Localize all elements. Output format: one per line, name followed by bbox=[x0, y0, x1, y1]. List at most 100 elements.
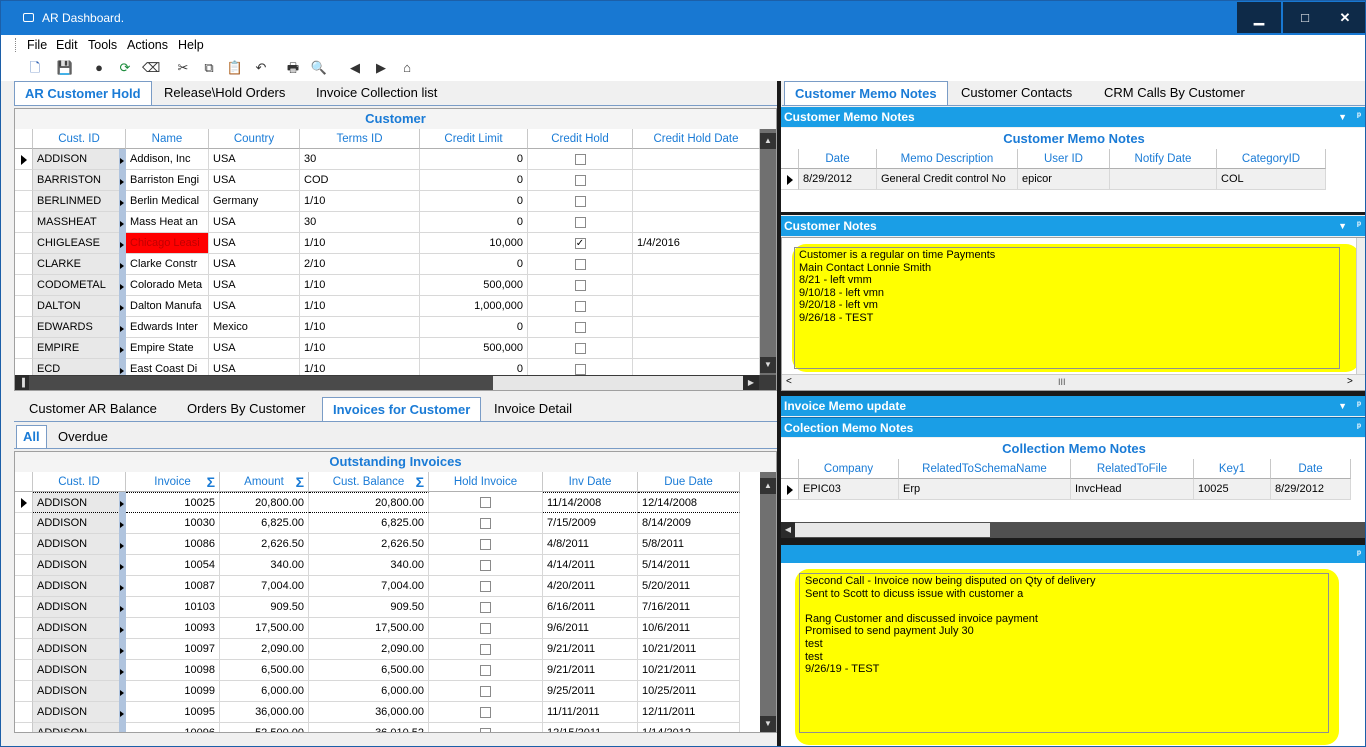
customer-cell-cust-id[interactable]: MASSHEAT bbox=[33, 212, 126, 233]
cut-icon[interactable]: ✂ bbox=[174, 59, 192, 77]
pin-icon[interactable]: ᵖ bbox=[1357, 418, 1361, 438]
row-selector[interactable] bbox=[15, 170, 33, 191]
row-selector[interactable] bbox=[781, 169, 799, 190]
col-header-date[interactable]: Date bbox=[799, 149, 877, 169]
memo-cell-date[interactable]: 8/29/2012 bbox=[1271, 479, 1351, 500]
invoice-cell-cust-id[interactable]: ADDISON bbox=[33, 492, 126, 513]
tab-crm-calls-by-customer[interactable]: CRM Calls By Customer bbox=[1094, 81, 1255, 105]
row-selector[interactable] bbox=[15, 492, 33, 513]
invoice-col-header-cust-id[interactable]: Cust. ID bbox=[33, 472, 126, 492]
customer-cell-cust-id[interactable]: EDWARDS bbox=[33, 317, 126, 338]
customer-cell-cust-id[interactable]: CLARKE bbox=[33, 254, 126, 275]
pin-icon[interactable]: ᵖ bbox=[1357, 107, 1361, 127]
row-selector[interactable] bbox=[15, 723, 33, 732]
customer-col-header-credit-hold-date[interactable]: Credit Hold Date bbox=[633, 129, 760, 149]
invoice-col-header-amount[interactable]: Amount Σ bbox=[220, 472, 309, 492]
col-header-relatedtoschemaname[interactable]: RelatedToSchemaName bbox=[899, 459, 1071, 479]
row-dropdown-icon[interactable] bbox=[119, 534, 126, 555]
customer-cell-name[interactable]: Empire State bbox=[126, 338, 209, 359]
forward-icon[interactable]: ▶ bbox=[372, 59, 390, 77]
invoice-cell-cust-id[interactable]: ADDISON bbox=[33, 723, 126, 732]
row-dropdown-icon[interactable] bbox=[119, 338, 126, 359]
row-dropdown-icon[interactable] bbox=[119, 275, 126, 296]
invoice-col-header-due-date[interactable]: Due Date bbox=[638, 472, 740, 492]
clear-icon[interactable]: ⌫ bbox=[142, 59, 160, 77]
sum-icon[interactable]: Σ bbox=[416, 472, 424, 491]
row-selector[interactable] bbox=[15, 597, 33, 618]
invoice-cell-cust-id[interactable]: ADDISON bbox=[33, 681, 126, 702]
scroll-track[interactable] bbox=[493, 376, 743, 390]
customer-horizontal-scrollbar[interactable]: ▐ ▶ bbox=[15, 375, 776, 390]
invoice-col-header-invoice[interactable]: Invoice Σ bbox=[126, 472, 220, 492]
row-dropdown-icon[interactable] bbox=[119, 597, 126, 618]
collapse-arrow-icon[interactable]: ▼ bbox=[1338, 107, 1347, 127]
row-selector[interactable] bbox=[15, 534, 33, 555]
collection-horizontal-scrollbar[interactable]: ◀ bbox=[781, 522, 1365, 538]
customer-cell-name[interactable]: Clarke Constr bbox=[126, 254, 209, 275]
scroll-down-icon[interactable]: ▼ bbox=[760, 357, 776, 373]
memo-cell-company[interactable]: EPIC03 bbox=[799, 479, 899, 500]
row-dropdown-icon[interactable] bbox=[119, 639, 126, 660]
invoice-cell-cust-id[interactable]: ADDISON bbox=[33, 639, 126, 660]
row-dropdown-icon[interactable] bbox=[119, 513, 126, 534]
tab-release-hold-orders[interactable]: Release\Hold Orders bbox=[154, 81, 295, 105]
minimize-button[interactable]: ▁ bbox=[1237, 2, 1281, 33]
row-dropdown-icon[interactable] bbox=[119, 618, 126, 639]
paste-icon[interactable]: 📋 bbox=[226, 59, 244, 77]
row-selector[interactable] bbox=[15, 660, 33, 681]
customer-cell-name[interactable]: Barriston Engi bbox=[126, 170, 209, 191]
tab-customer-memo-notes[interactable]: Customer Memo Notes bbox=[784, 81, 948, 105]
hold-invoice-checkbox[interactable] bbox=[480, 644, 491, 655]
col-header-categoryid[interactable]: CategoryID bbox=[1217, 149, 1326, 169]
scroll-up-icon[interactable]: ▲ bbox=[760, 478, 776, 494]
credit-hold-checkbox[interactable] bbox=[574, 343, 586, 354]
invoice-cell-cust-id[interactable]: ADDISON bbox=[33, 534, 126, 555]
row-selector[interactable] bbox=[15, 513, 33, 534]
row-selector[interactable] bbox=[15, 618, 33, 639]
memo-cell-date[interactable]: 8/29/2012 bbox=[799, 169, 877, 190]
back-icon[interactable]: ◀ bbox=[346, 59, 364, 77]
credit-hold-checkbox[interactable] bbox=[574, 154, 586, 165]
refresh-icon[interactable]: ⟳ bbox=[116, 59, 134, 77]
customer-cell-cust-id[interactable]: CODOMETAL bbox=[33, 275, 126, 296]
row-selector[interactable] bbox=[15, 317, 33, 338]
close-button[interactable]: ✕ bbox=[1323, 2, 1365, 33]
row-selector[interactable] bbox=[15, 296, 33, 317]
notes-vertical-scrollbar[interactable] bbox=[1356, 238, 1365, 374]
customer-memo-notes-bar[interactable]: Customer Memo Notes ▼ ᵖ bbox=[781, 107, 1365, 127]
row-dropdown-icon[interactable] bbox=[119, 149, 126, 170]
pin-icon[interactable]: ᵖ bbox=[1357, 396, 1361, 416]
comment-icon[interactable]: ● bbox=[90, 59, 108, 77]
print-preview-icon[interactable]: 🔍 bbox=[310, 59, 328, 77]
customer-cell-name[interactable]: Edwards Inter bbox=[126, 317, 209, 338]
menu-edit[interactable]: Edit bbox=[56, 38, 78, 52]
scroll-left-icon[interactable]: ◀ bbox=[781, 522, 795, 538]
credit-hold-checkbox[interactable] bbox=[574, 217, 586, 228]
col-header-memo-description[interactable]: Memo Description bbox=[877, 149, 1018, 169]
credit-hold-checkbox[interactable] bbox=[574, 364, 586, 375]
row-dropdown-icon[interactable] bbox=[119, 681, 126, 702]
row-selector[interactable] bbox=[15, 233, 33, 254]
row-selector[interactable] bbox=[15, 212, 33, 233]
row-selector[interactable] bbox=[781, 479, 799, 500]
customer-cell-cust-id[interactable]: CHIGLEASE bbox=[33, 233, 126, 254]
hold-invoice-checkbox[interactable] bbox=[480, 518, 491, 529]
row-selector[interactable] bbox=[15, 702, 33, 723]
credit-hold-checkbox[interactable] bbox=[574, 322, 586, 333]
row-selector[interactable] bbox=[15, 275, 33, 296]
invoice-col-header-hold-invoice[interactable]: Hold Invoice bbox=[429, 472, 543, 492]
row-selector[interactable] bbox=[15, 681, 33, 702]
hold-invoice-checkbox[interactable] bbox=[480, 581, 491, 592]
row-dropdown-icon[interactable] bbox=[119, 254, 126, 275]
hold-invoice-checkbox[interactable] bbox=[480, 707, 491, 718]
credit-hold-checkbox[interactable]: ✓ bbox=[574, 238, 586, 249]
scroll-left-icon[interactable]: ▐ bbox=[15, 375, 29, 390]
customer-cell-cust-id[interactable]: ADDISON bbox=[33, 149, 126, 170]
new-icon[interactable]: 🗋 bbox=[26, 59, 44, 77]
menu-file[interactable]: File bbox=[27, 38, 47, 52]
hold-invoice-checkbox[interactable] bbox=[480, 539, 491, 550]
customer-col-header-credit-limit[interactable]: Credit Limit bbox=[420, 129, 528, 149]
splitter[interactable] bbox=[781, 538, 1365, 545]
customer-col-header-country[interactable]: Country bbox=[209, 129, 300, 149]
hold-invoice-checkbox[interactable] bbox=[480, 497, 491, 508]
